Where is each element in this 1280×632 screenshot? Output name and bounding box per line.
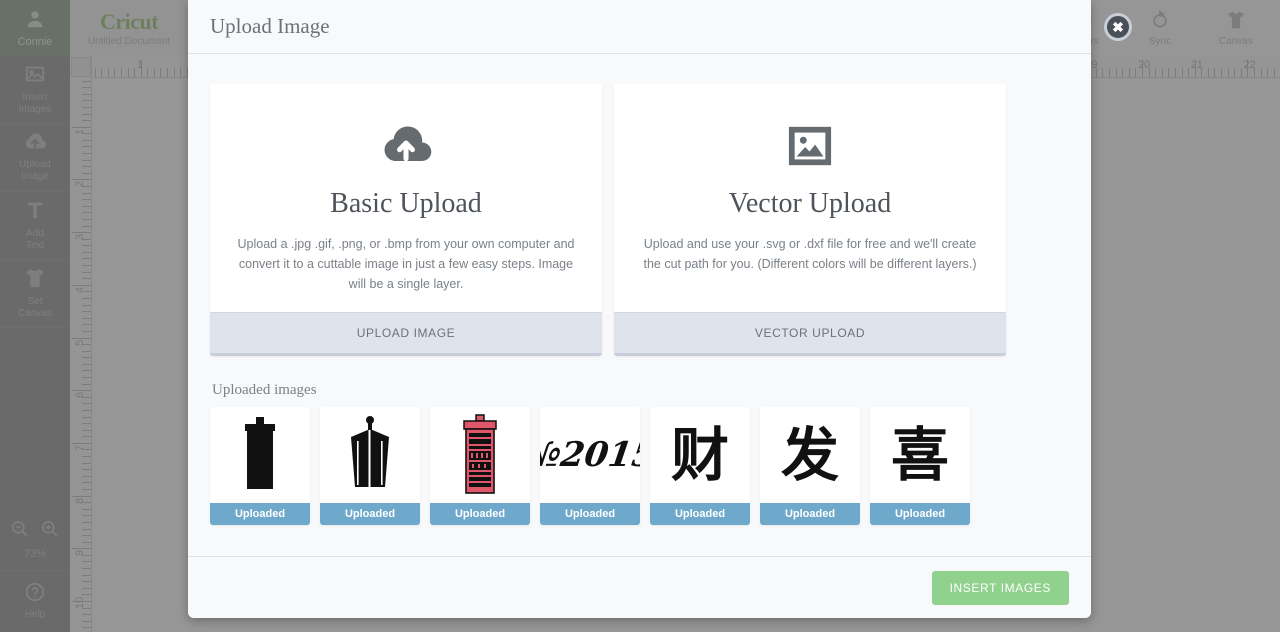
page-title: Upload Image [210, 14, 330, 38]
thumbnail-status: Uploaded [320, 503, 420, 525]
tardis-red-poster-icon [430, 407, 530, 503]
close-icon[interactable]: ✖ [1104, 13, 1132, 41]
vector-upload-card: Vector Upload Upload and use your .svg o… [614, 84, 1006, 356]
basic-upload-content: Basic Upload Upload a .jpg .gif, .png, o… [210, 84, 602, 312]
cjk-glyph: 财 [670, 421, 729, 489]
vector-upload-description: Upload and use your .svg or .dxf file fo… [643, 237, 977, 271]
thumbnail-item[interactable]: 喜 Uploaded [870, 407, 970, 525]
tardis-outline-icon [320, 407, 420, 503]
thumbnail-status: Uploaded [870, 503, 970, 525]
upload-options: Basic Upload Upload a .jpg .gif, .png, o… [210, 54, 1069, 356]
thumbnail-item[interactable]: Uploaded [320, 407, 420, 525]
cjk-xi-icon: 喜 [870, 407, 970, 503]
thumbnail-item[interactable]: Uploaded [210, 407, 310, 525]
thumbnail-status: Uploaded [650, 503, 750, 525]
vector-upload-title: Vector Upload [728, 188, 892, 219]
thumbnail-status: Uploaded [430, 503, 530, 525]
script-four-icon: №2015 [540, 407, 640, 503]
vector-upload-button[interactable]: VECTOR UPLOAD [614, 312, 1006, 356]
upload-image-modal: Upload Image Basic Upload Upload a .jpg … [188, 0, 1091, 618]
thumbnail-status: Uploaded [540, 503, 640, 525]
modal-body: Basic Upload Upload a .jpg .gif, .png, o… [188, 54, 1091, 556]
basic-upload-title: Basic Upload [330, 188, 482, 219]
basic-upload-description: Upload a .jpg .gif, .png, or .bmp from y… [237, 237, 575, 291]
thumbnail-item[interactable]: Uploaded [430, 407, 530, 525]
thumbnail-item[interactable]: №2015 Uploaded [540, 407, 640, 525]
vector-upload-content: Vector Upload Upload and use your .svg o… [614, 84, 1006, 312]
thumbnail-status: Uploaded [760, 503, 860, 525]
modal-footer: INSERT IMAGES [188, 556, 1091, 618]
cloud-upload-icon [236, 118, 576, 174]
cjk-cai-icon: 财 [650, 407, 750, 503]
tardis-solid-icon [210, 407, 310, 503]
thumbnail-item[interactable]: 发 Uploaded [760, 407, 860, 525]
modal-header: Upload Image [188, 0, 1091, 54]
uploaded-images-grid: Uploaded Uploaded Uploaded №2015 Uploade… [210, 407, 1069, 525]
picture-frame-icon [640, 118, 980, 174]
cjk-glyph: 喜 [890, 421, 949, 489]
insert-images-button[interactable]: INSERT IMAGES [931, 570, 1069, 605]
basic-upload-card: Basic Upload Upload a .jpg .gif, .png, o… [210, 84, 602, 356]
cjk-glyph: 发 [780, 421, 839, 489]
thumbnail-status: Uploaded [210, 503, 310, 525]
script-glyph: №2015 [540, 435, 640, 475]
thumbnail-item[interactable]: 财 Uploaded [650, 407, 750, 525]
upload-image-button[interactable]: UPLOAD IMAGE [210, 312, 602, 356]
app-root: 1234567891011121314151617181920212223 12… [0, 0, 1280, 632]
cjk-fa-icon: 发 [760, 407, 860, 503]
uploaded-images-label: Uploaded images [212, 382, 317, 398]
